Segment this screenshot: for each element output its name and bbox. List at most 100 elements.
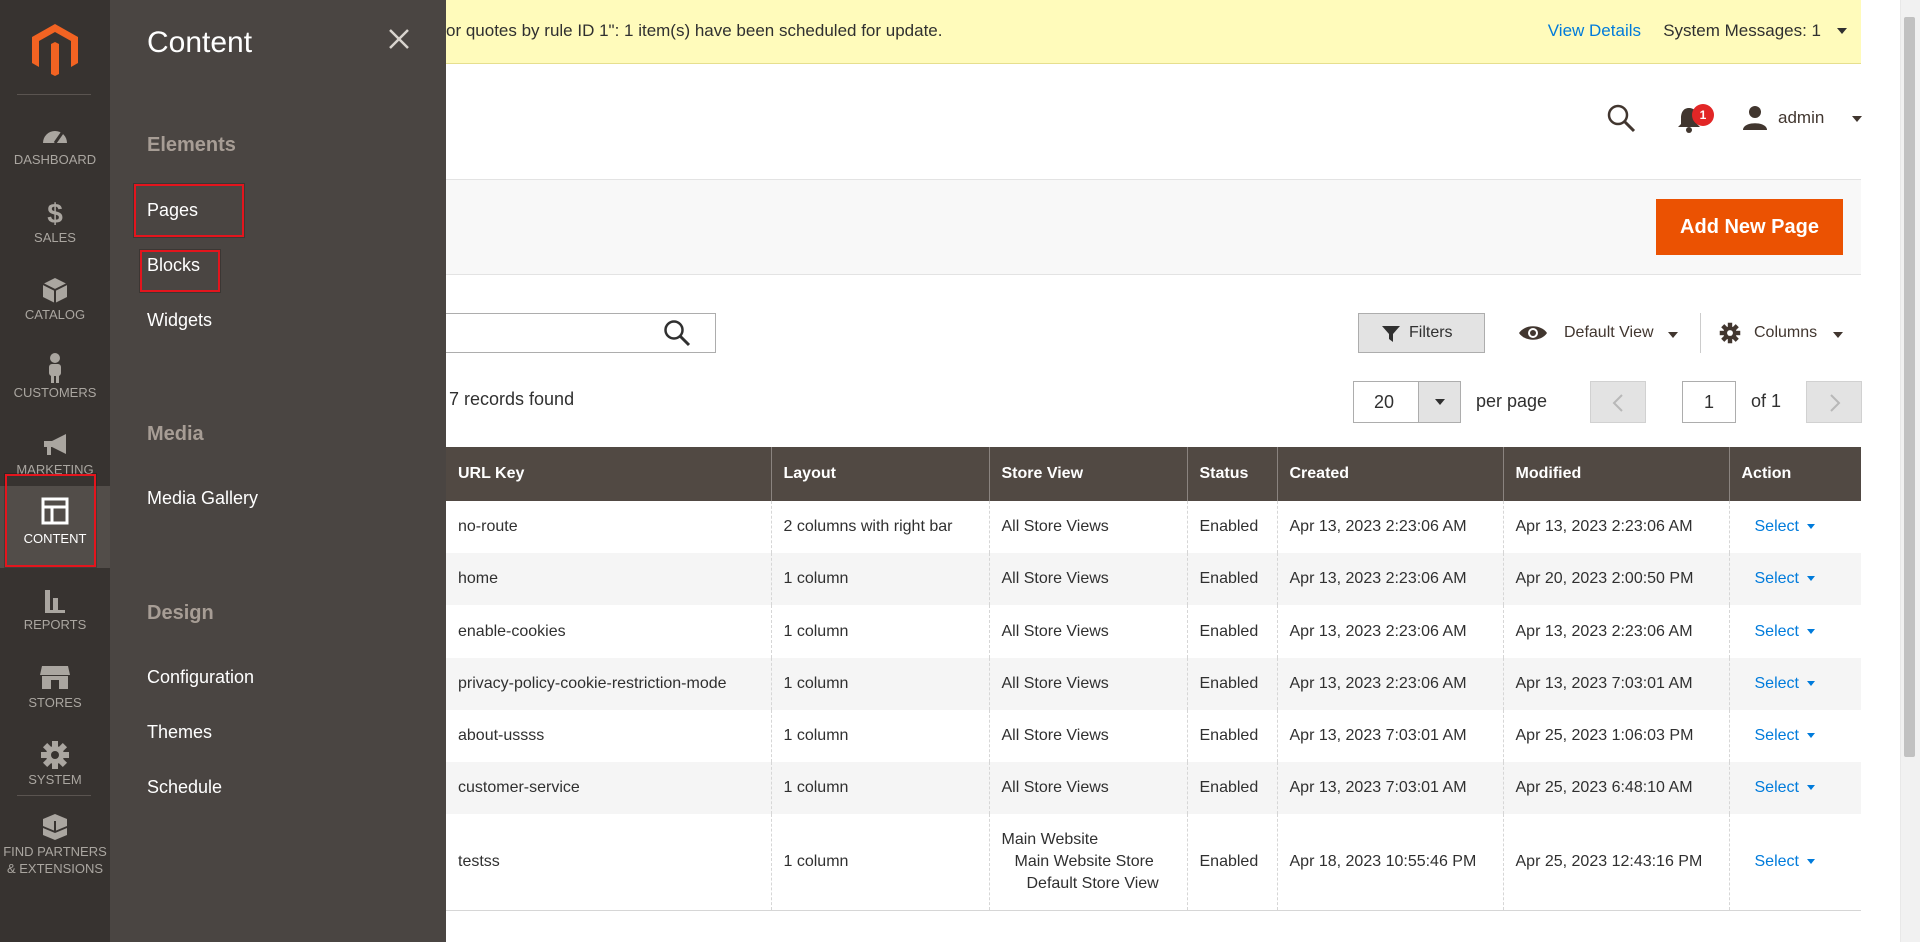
per-page-select[interactable]: 20 bbox=[1353, 381, 1461, 423]
column-header-url-key[interactable]: URL Key bbox=[446, 447, 771, 501]
column-header-modified[interactable]: Modified bbox=[1502, 447, 1729, 501]
cell-status: Enabled bbox=[1186, 553, 1277, 605]
cell-modified: Apr 20, 2023 2:00:50 PM bbox=[1502, 553, 1729, 605]
magento-logo-icon[interactable] bbox=[30, 22, 80, 78]
cell-layout: 1 column bbox=[770, 658, 989, 710]
view-details-link[interactable]: View Details bbox=[1548, 21, 1641, 41]
cell-url-key: about-ussss bbox=[458, 727, 545, 744]
chevron-down-icon bbox=[1435, 399, 1445, 405]
submenu-link-media-gallery[interactable]: Media Gallery bbox=[147, 488, 258, 509]
select-label: Select bbox=[1754, 779, 1799, 796]
columns-dropdown[interactable]: Columns bbox=[1716, 313, 1846, 353]
table-row[interactable]: enable-cookies 1 column All Store Views … bbox=[446, 605, 1861, 658]
add-new-page-button[interactable]: Add New Page bbox=[1656, 199, 1843, 255]
next-page-button[interactable] bbox=[1806, 381, 1862, 423]
submenu-link-schedule[interactable]: Schedule bbox=[147, 777, 222, 798]
system-messages-toggle[interactable]: System Messages: 1 bbox=[1663, 21, 1821, 41]
menu-item-label: DASHBOARD bbox=[13, 152, 97, 167]
submenu-link-widgets[interactable]: Widgets bbox=[147, 310, 212, 331]
cell-store-view: All Store Views bbox=[988, 501, 1187, 553]
cell-created: Apr 13, 2023 7:03:01 AM bbox=[1276, 710, 1503, 762]
admin-menu: DASHBOARD $ SALES CATALOG CUSTOMERS MARK… bbox=[0, 0, 110, 942]
cell-store-view: All Store Views bbox=[988, 710, 1187, 762]
menu-item-label: CONTENT bbox=[23, 531, 87, 546]
cell-modified: Apr 25, 2023 1:06:03 PM bbox=[1502, 710, 1729, 762]
column-header-status[interactable]: Status bbox=[1186, 447, 1277, 501]
cell-status: Enabled bbox=[1186, 762, 1277, 814]
column-header-layout[interactable]: Layout bbox=[770, 447, 989, 501]
table-row[interactable]: testss 1 column Main Website Main Websit… bbox=[446, 814, 1861, 911]
table-row[interactable]: about-ussss 1 column All Store Views Ena… bbox=[446, 710, 1861, 762]
select-label: Select bbox=[1754, 675, 1799, 692]
cell-action: Select bbox=[1728, 553, 1861, 605]
menu-item-marketing[interactable]: MARKETING bbox=[0, 418, 110, 496]
cell-store-view: Main Website Main Website Store Default … bbox=[988, 814, 1187, 911]
menu-item-customers[interactable]: CUSTOMERS bbox=[0, 341, 110, 419]
select-action-link[interactable]: Select bbox=[1742, 675, 1815, 693]
column-header-store-view[interactable]: Store View bbox=[988, 447, 1187, 501]
select-action-link[interactable]: Select bbox=[1742, 518, 1815, 536]
submenu-group-design: Design bbox=[147, 602, 214, 624]
notification-badge[interactable]: 1 bbox=[1692, 104, 1714, 126]
menu-item-stores[interactable]: STORES bbox=[0, 651, 110, 729]
menu-item-find-partners[interactable]: FIND PARTNERS & EXTENSIONS bbox=[0, 800, 110, 880]
dollar-icon: $ bbox=[0, 198, 110, 228]
per-page-label: per page bbox=[1476, 391, 1548, 411]
store-view-website: Main Website bbox=[1001, 830, 1099, 848]
table-row[interactable]: no-route 2 columns with right bar All St… bbox=[446, 501, 1861, 553]
records-found: 7 records found bbox=[449, 389, 575, 409]
chevron-down-icon[interactable] bbox=[1837, 28, 1847, 34]
search-icon[interactable] bbox=[662, 318, 692, 348]
submenu-link-configuration[interactable]: Configuration bbox=[147, 667, 254, 688]
select-label: Select bbox=[1754, 518, 1799, 535]
admin-user-menu[interactable]: admin bbox=[1742, 103, 1862, 133]
keyword-search-input[interactable] bbox=[446, 314, 666, 352]
layout-icon bbox=[0, 496, 110, 526]
megaphone-icon bbox=[0, 430, 110, 460]
menu-item-reports[interactable]: REPORTS bbox=[0, 573, 110, 651]
per-page-toggle[interactable] bbox=[1418, 382, 1460, 422]
close-icon[interactable] bbox=[384, 24, 414, 54]
cell-url-key: no-route bbox=[458, 518, 518, 535]
grid-header-row: URL Key Layout Store View Status Created… bbox=[446, 447, 1861, 501]
menu-divider bbox=[17, 94, 91, 95]
menu-item-catalog[interactable]: CATALOG bbox=[0, 263, 110, 341]
select-action-link[interactable]: Select bbox=[1742, 853, 1815, 871]
user-icon bbox=[1743, 106, 1767, 130]
submenu-link-blocks[interactable]: Blocks bbox=[147, 255, 200, 276]
column-header-created[interactable]: Created bbox=[1276, 447, 1503, 501]
page-scrollbar-thumb[interactable] bbox=[1904, 17, 1915, 757]
table-row[interactable]: privacy-policy-cookie-restriction-mode 1… bbox=[446, 658, 1861, 710]
cell-url-key: customer-service bbox=[446, 762, 771, 814]
cell-created: Apr 13, 2023 7:03:01 AM bbox=[1276, 762, 1503, 814]
current-page-input[interactable]: 1 bbox=[1682, 381, 1736, 423]
default-view-dropdown[interactable]: Default View bbox=[1516, 313, 1678, 353]
previous-page-button[interactable] bbox=[1590, 381, 1646, 423]
select-action-link[interactable]: Select bbox=[1742, 779, 1815, 797]
cell-action: Select bbox=[1728, 710, 1861, 762]
submenu-link-themes[interactable]: Themes bbox=[147, 722, 212, 743]
menu-item-sales[interactable]: $ SALES bbox=[0, 186, 110, 264]
cell-modified: Apr 25, 2023 12:43:16 PM bbox=[1502, 814, 1729, 911]
table-row[interactable]: home 1 column All Store Views Enabled Ap… bbox=[446, 553, 1861, 605]
cell-layout: 1 column bbox=[770, 553, 989, 605]
select-action-link[interactable]: Select bbox=[1742, 727, 1815, 745]
chevron-down-icon bbox=[1668, 332, 1678, 338]
menu-item-label: REPORTS bbox=[23, 617, 87, 632]
default-view-label: Default View bbox=[1564, 324, 1654, 341]
menu-item-dashboard[interactable]: DASHBOARD bbox=[0, 108, 110, 186]
cell-action: Select bbox=[1728, 762, 1861, 814]
search-icon[interactable] bbox=[1606, 103, 1636, 133]
menu-item-content[interactable]: CONTENT bbox=[0, 486, 110, 568]
filters-button[interactable]: Filters bbox=[1358, 313, 1485, 353]
chevron-down-icon bbox=[1833, 332, 1843, 338]
toolbar-divider bbox=[1700, 313, 1701, 353]
cell-created: Apr 18, 2023 10:55:46 PM bbox=[1276, 814, 1503, 911]
table-row[interactable]: customer-service 1 column All Store View… bbox=[446, 762, 1861, 814]
submenu-link-pages[interactable]: Pages bbox=[147, 200, 198, 221]
cell-url-key: enable-cookies bbox=[458, 622, 566, 640]
select-action-link[interactable]: Select bbox=[1742, 623, 1815, 641]
cell-created: Apr 13, 2023 2:23:06 AM bbox=[1276, 605, 1503, 658]
select-action-link[interactable]: Select bbox=[1742, 570, 1815, 588]
partners-label-line2: & EXTENSIONS bbox=[6, 861, 104, 876]
